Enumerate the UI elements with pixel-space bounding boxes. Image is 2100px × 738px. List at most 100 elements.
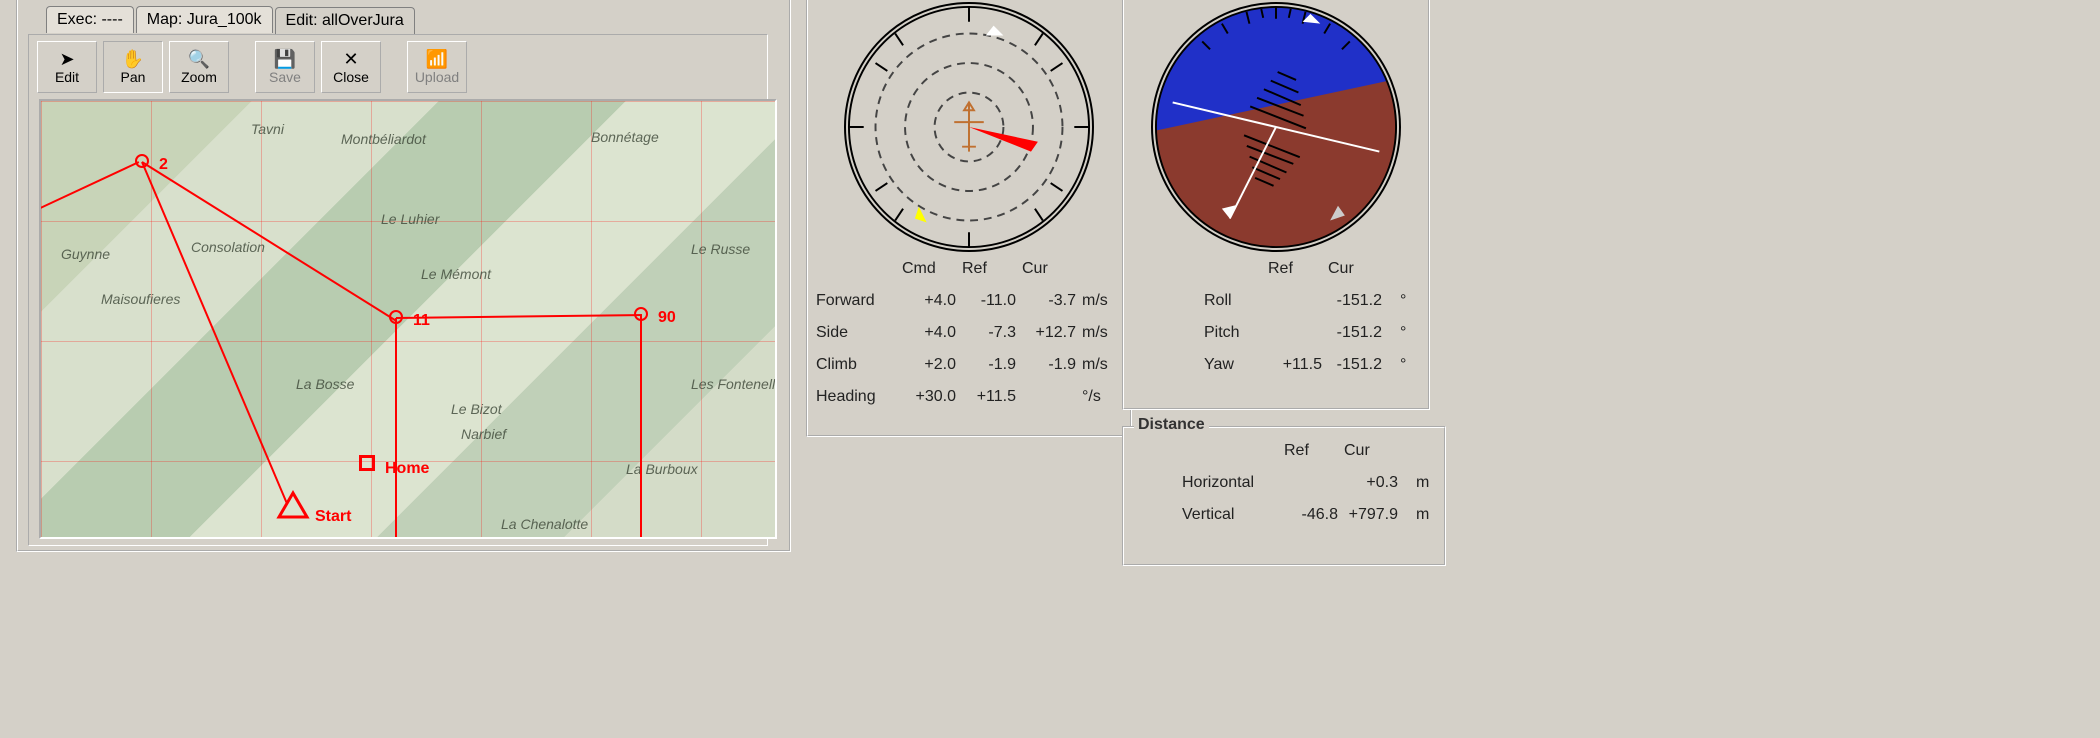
row-label: Horizontal [1182, 474, 1254, 492]
pointer-icon: ➤ [59, 49, 74, 69]
val: -7.3 [962, 324, 1016, 342]
route-segment [39, 161, 139, 218]
distance-table: Ref Cur Horizontal +0.3 m Vertical -46.8… [1182, 442, 1436, 524]
route-segment [640, 315, 642, 539]
mission-tab-row: Exec: ---- Map: Jura_100k Edit: allOverJ… [46, 6, 781, 33]
zoom-button[interactable]: 🔍 Zoom [169, 41, 229, 93]
waypoint-marker[interactable] [634, 307, 648, 321]
col-cur: Cur [1328, 260, 1354, 278]
col-ref: Ref [1284, 442, 1309, 460]
row-label: Heading [816, 388, 876, 406]
magnifier-icon: 🔍 [188, 49, 210, 69]
close-button[interactable]: ✕ Close [321, 41, 381, 93]
col-cur: Cur [1022, 260, 1048, 278]
map-place: Le Mémont [421, 266, 491, 282]
unit: °/s [1082, 388, 1101, 406]
unit: m [1416, 506, 1429, 524]
edit-button[interactable]: ➤ Edit [37, 41, 97, 93]
map-place: Le Luhier [381, 211, 439, 227]
val: -11.0 [962, 292, 1016, 310]
save-button[interactable]: 💾 Save [255, 41, 315, 93]
route-segment [396, 314, 642, 319]
mission-toolbar: ➤ Edit ✋ Pan 🔍 Zoom 💾 Save ✕ Close [37, 41, 759, 93]
val: -151.2 [1328, 324, 1382, 342]
save-label: Save [269, 69, 301, 85]
mission-toolbar-frame: ➤ Edit ✋ Pan 🔍 Zoom 💾 Save ✕ Close [28, 34, 768, 546]
row-label: Side [816, 324, 848, 342]
pan-label: Pan [121, 69, 146, 85]
col-ref: Ref [1268, 260, 1293, 278]
map-place: Le Russe [691, 241, 750, 257]
row-label: Forward [816, 292, 875, 310]
waypoint-label: 90 [658, 309, 676, 327]
col-ref: Ref [962, 260, 987, 278]
val: -1.9 [1022, 356, 1076, 374]
row-label: Vertical [1182, 506, 1234, 524]
map-place: La Bosse [296, 376, 354, 392]
pan-button[interactable]: ✋ Pan [103, 41, 163, 93]
val: -3.7 [1022, 292, 1076, 310]
unit: m/s [1082, 356, 1108, 374]
start-label: Start [315, 508, 351, 526]
route-segment [141, 162, 287, 503]
row-label: Climb [816, 356, 857, 374]
start-marker[interactable] [279, 493, 307, 519]
map-place: Maisoufieres [101, 291, 180, 307]
val: -151.2 [1328, 292, 1382, 310]
map-place: La Chenalotte [501, 516, 588, 532]
unit: ° [1400, 356, 1406, 374]
speed-gauge [844, 2, 1094, 252]
wifi-icon: 📶 [426, 49, 448, 69]
unit: ° [1400, 324, 1406, 342]
map-place: Consolation [191, 239, 265, 255]
tab-map[interactable]: Map: Jura_100k [136, 6, 273, 33]
tab-exec[interactable]: Exec: ---- [46, 6, 134, 33]
hand-icon: ✋ [122, 49, 144, 69]
row-label: Pitch [1204, 324, 1240, 342]
upload-button[interactable]: 📶 Upload [407, 41, 467, 93]
speed-panel: Speed Cmd Ref [806, 0, 1132, 437]
map-place: Montbéliardot [341, 131, 426, 147]
distance-legend: Distance [1134, 416, 1209, 434]
val: +11.5 [962, 388, 1016, 406]
close-label: Close [333, 69, 369, 85]
attitude-panel: Attitude [1122, 0, 1430, 410]
map-place: Narbief [461, 426, 506, 442]
unit: m/s [1082, 292, 1108, 310]
map-place: La Burboux [626, 461, 698, 477]
distance-panel: Distance Ref Cur Horizontal +0.3 m Verti… [1122, 426, 1446, 566]
val: -46.8 [1284, 506, 1338, 524]
unit: m/s [1082, 324, 1108, 342]
edit-label: Edit [55, 69, 79, 85]
val [1268, 292, 1322, 310]
row-label: Roll [1204, 292, 1232, 310]
unit: ° [1400, 292, 1406, 310]
map-place: Les Fontenelles [691, 376, 777, 392]
unit: m [1416, 474, 1429, 492]
zoom-label: Zoom [181, 69, 217, 85]
val: +0.3 [1344, 474, 1398, 492]
mission-panel: Mission Exec: ---- Map: Jura_100k Edit: … [16, 0, 791, 552]
upload-label: Upload [415, 69, 459, 85]
close-icon: ✕ [343, 49, 358, 69]
speed-table: Cmd Ref Cur Forward +4.0 -11.0 -3.7 m/s … [816, 260, 1122, 406]
val [1284, 474, 1338, 492]
waypoint-marker[interactable] [389, 310, 403, 324]
val [1022, 388, 1076, 406]
col-cur: Cur [1344, 442, 1370, 460]
floppy-icon: 💾 [274, 49, 296, 69]
map-place: Bonnétage [591, 129, 659, 145]
home-marker[interactable] [359, 455, 375, 471]
map-canvas[interactable]: Tavni Montbéliardot Bonnétage Le Luhier … [39, 99, 777, 539]
val: +797.9 [1344, 506, 1398, 524]
waypoint-marker[interactable] [135, 154, 149, 168]
val: -151.2 [1328, 356, 1382, 374]
val: +2.0 [902, 356, 956, 374]
route-segment [395, 318, 397, 539]
tab-edit[interactable]: Edit: allOverJura [275, 7, 415, 34]
waypoint-label: 2 [159, 156, 168, 174]
val: +4.0 [902, 324, 956, 342]
home-label: Home [385, 460, 429, 478]
val: +30.0 [902, 388, 956, 406]
col-cmd: Cmd [902, 260, 936, 278]
